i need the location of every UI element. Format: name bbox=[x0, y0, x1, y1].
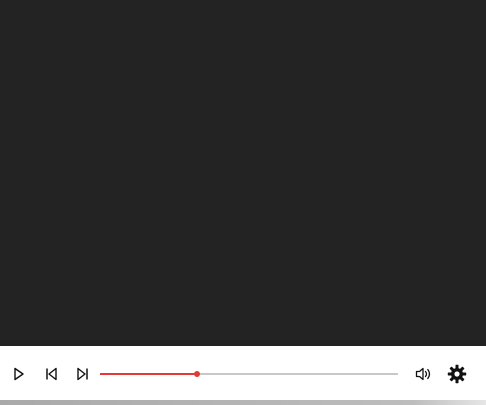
gear-icon bbox=[447, 364, 467, 384]
video-display[interactable] bbox=[0, 0, 486, 346]
volume-icon bbox=[415, 367, 431, 381]
skip-next-icon bbox=[77, 367, 88, 381]
video-player bbox=[0, 0, 486, 405]
skip-previous-icon bbox=[46, 367, 57, 381]
bottom-edge-shadow bbox=[0, 400, 486, 405]
volume-button[interactable] bbox=[413, 363, 435, 385]
play-icon bbox=[14, 367, 24, 381]
settings-button[interactable] bbox=[446, 363, 468, 385]
next-button[interactable] bbox=[72, 363, 94, 385]
seek-progress bbox=[100, 373, 197, 375]
seek-bar[interactable] bbox=[100, 367, 398, 381]
previous-button[interactable] bbox=[40, 363, 62, 385]
player-controls bbox=[0, 346, 486, 400]
seek-thumb[interactable] bbox=[193, 371, 200, 377]
play-button[interactable] bbox=[8, 363, 30, 385]
